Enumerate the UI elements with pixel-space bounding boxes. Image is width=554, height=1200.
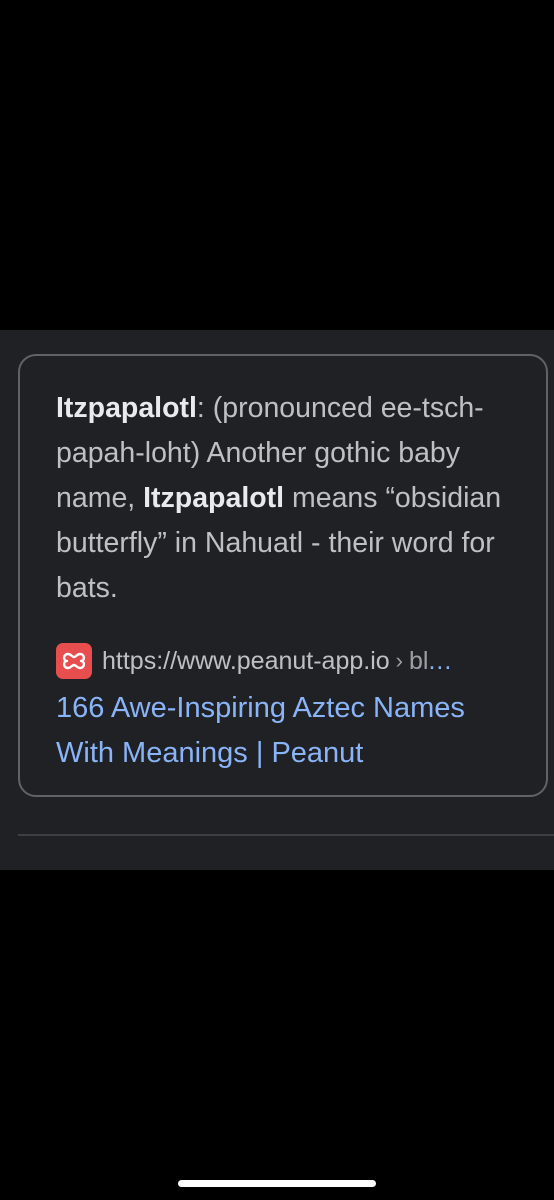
featured-snippet-card: Itzpapalotl: (pronounced ee-tsch-papah-l… bbox=[18, 354, 548, 797]
peanut-logo-icon bbox=[56, 643, 92, 679]
divider bbox=[18, 834, 554, 836]
source-row[interactable]: https://www.peanut-app.io › bl ... bbox=[56, 642, 516, 680]
home-indicator[interactable] bbox=[178, 1180, 376, 1187]
result-title-link[interactable]: 166 Awe-Inspiring Aztec Names With Meani… bbox=[56, 686, 526, 776]
snippet-term: Itzpapalotl bbox=[143, 482, 285, 514]
snippet-term: Itzpapalotl bbox=[56, 392, 197, 424]
more-ellipsis[interactable]: ... bbox=[428, 647, 452, 676]
snippet-text: Itzpapalotl: (pronounced ee-tsch-papah-l… bbox=[56, 386, 526, 611]
source-url: https://www.peanut-app.io bbox=[102, 646, 390, 675]
breadcrumb-separator: › bbox=[395, 648, 403, 673]
breadcrumb-path: bl bbox=[409, 646, 429, 675]
search-result-panel: Itzpapalotl: (pronounced ee-tsch-papah-l… bbox=[0, 330, 554, 870]
